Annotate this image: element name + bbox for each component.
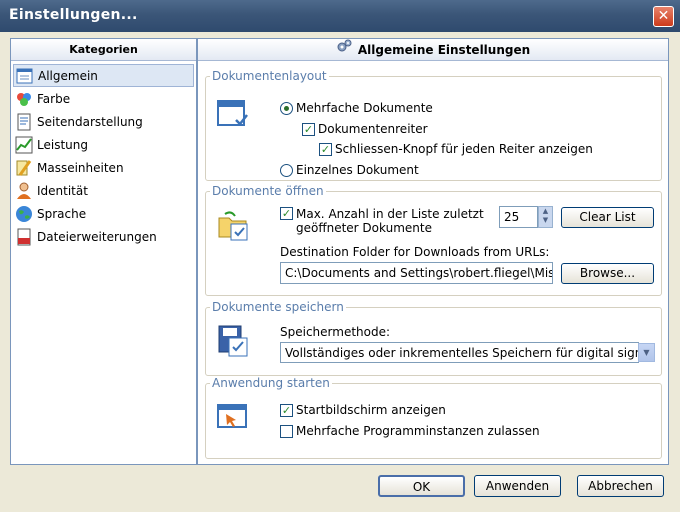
clear-list-button[interactable]: Clear List [561,207,654,228]
checkbox-splash-screen[interactable]: ✓ [280,403,293,417]
group-legend: Dokumente öffnen [212,184,324,198]
group-document-layout: Dokumentenlayout [205,69,662,181]
group-legend: Dokumente speichern [212,300,344,314]
sidebar-item-label: Identität [37,183,88,198]
open-folder-icon [217,208,251,242]
check-close-btn-row[interactable]: ✓ Schliessen-Knopf für jeden Reiter anze… [319,142,593,156]
apply-button[interactable]: Anwenden [474,475,561,497]
file-extension-icon [15,228,33,246]
group-save-documents: Dokumente speichern [205,300,662,376]
max-count-line2: geöffneter Dokumente [296,221,432,235]
group-legend: Dokumentenlayout [212,69,327,83]
max-count-input[interactable]: 25 [499,206,538,228]
settings-list-icon [16,67,34,85]
max-count-line1: Max. Anzahl in der Liste zuletzt [296,207,484,221]
category-header: Kategorien [11,39,196,61]
category-panel: Kategorien Allgemein Farbe Seitendarstel… [10,38,197,465]
performance-chart-icon [15,136,33,154]
window-title: Einstellungen... [9,7,138,23]
close-button[interactable]: ✕ [653,6,674,27]
radio-multi-docs-label: Mehrfache Dokumente [296,101,433,115]
destination-label: Destination Folder for Downloads from UR… [280,245,550,259]
panel-header: Allgemeine Einstellungen [198,39,668,61]
save-method-select[interactable]: Vollständiges oder inkrementelles Speich… [280,342,639,363]
ruler-pencil-icon [15,159,33,177]
checkbox-splash-label: Startbildschirm anzeigen [296,403,446,417]
title-bar[interactable]: Einstellungen... ✕ [0,0,680,32]
checkbox-max-recent[interactable]: ✓ [280,207,293,220]
checkbox-close-button-per-tab[interactable]: ✓ [319,142,332,156]
sidebar-item-label: Allgemein [38,68,98,83]
radio-single-doc[interactable] [280,163,293,177]
sidebar-item-label: Sprache [37,206,87,221]
check-splash-row[interactable]: ✓ Startbildschirm anzeigen [280,403,446,417]
sidebar-item-label: Dateierweiterungen [37,229,157,244]
splash-screen-icon [216,399,250,433]
browse-button[interactable]: Browse... [561,263,654,284]
radio-multi-docs[interactable] [280,101,293,115]
save-method-label: Speichermethode: [280,325,391,339]
sidebar-item-farbe[interactable]: Farbe [13,87,194,110]
chevron-down-icon[interactable]: ▼ [638,343,655,362]
sidebar-item-dateierweiterungen[interactable]: Dateierweiterungen [13,225,194,248]
sidebar-item-seitendarstellung[interactable]: Seitendarstellung [13,110,194,133]
settings-panel: Allgemeine Einstellungen Dokumentenlayou… [197,38,669,465]
chevron-down-icon[interactable]: ▼ [539,216,552,225]
sidebar-item-identitaet[interactable]: Identität [13,179,194,202]
sidebar-item-sprache[interactable]: Sprache [13,202,194,225]
checkbox-multi-instances-label: Mehrfache Programminstanzen zulassen [296,424,540,438]
check-multi-instances-row[interactable]: Mehrfache Programminstanzen zulassen [280,424,540,438]
user-identity-icon [15,182,33,200]
radio-single-doc-row[interactable]: Einzelnes Dokument [280,163,419,177]
max-count-stepper[interactable]: ▲ ▼ [538,206,553,228]
sidebar-item-masseinheiten[interactable]: Masseinheiten [13,156,194,179]
checkbox-multi-instances[interactable] [280,424,293,438]
check-max-count-row[interactable]: ✓ Max. Anzahl in der Liste zuletzt geöff… [280,207,484,235]
cancel-button[interactable]: Abbrechen [577,475,664,497]
check-doc-tabs-row[interactable]: ✓ Dokumentenreiter [302,122,428,136]
radio-multi-docs-row[interactable]: Mehrfache Dokumente [280,101,433,115]
save-document-icon [217,324,251,358]
color-palette-icon [15,90,33,108]
sidebar-item-label: Masseinheiten [37,160,124,175]
dialog-body: Kategorien Allgemein Farbe Seitendarstel… [4,32,676,508]
chevron-up-icon[interactable]: ▲ [539,207,552,216]
sidebar-item-label: Leistung [37,137,88,152]
checkbox-doc-tabs[interactable]: ✓ [302,122,315,136]
sidebar-item-allgemein[interactable]: Allgemein [13,64,194,87]
category-list: Allgemein Farbe Seitendarstellung Leistu… [11,61,196,251]
radio-single-doc-label: Einzelnes Dokument [296,163,419,177]
sidebar-item-label: Seitendarstellung [37,114,143,129]
gear-icon [336,38,352,61]
destination-folder-input[interactable]: C:\Documents and Settings\robert.fliegel… [280,262,553,284]
ok-button[interactable]: OK [378,475,465,497]
settings-dialog: Einstellungen... ✕ Kategorien Allgemein … [0,0,680,512]
group-legend: Anwendung starten [212,376,330,390]
page-view-icon [15,113,33,131]
max-count-label: Max. Anzahl in der Liste zuletzt geöffne… [296,207,484,235]
globe-icon [15,205,33,223]
document-layout-icon [216,98,250,132]
group-app-start: Anwendung starten [205,376,662,459]
panel-title: Allgemeine Einstellungen [357,42,531,57]
sidebar-item-leistung[interactable]: Leistung [13,133,194,156]
sidebar-item-label: Farbe [37,91,71,106]
checkbox-doc-tabs-label: Dokumentenreiter [318,122,428,136]
checkbox-close-button-label: Schliessen-Knopf für jeden Reiter anzeig… [335,142,593,156]
